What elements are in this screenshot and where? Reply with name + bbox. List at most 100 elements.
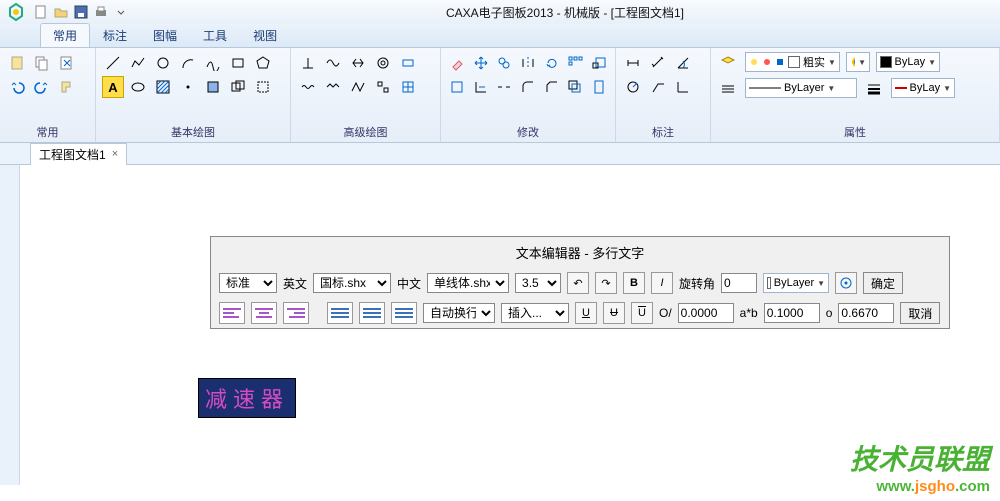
erase-icon[interactable]: [447, 52, 468, 74]
adv7-icon[interactable]: [322, 76, 344, 98]
align-center-icon[interactable]: [251, 302, 277, 324]
wrap-select[interactable]: 自动换行: [423, 303, 495, 323]
layer-state-dropdown[interactable]: 粗实▼: [745, 52, 840, 72]
copy-icon[interactable]: [31, 52, 53, 74]
settings-icon[interactable]: [835, 272, 857, 294]
arc-icon[interactable]: [177, 52, 199, 74]
width-factor-input[interactable]: [764, 303, 820, 323]
save-icon[interactable]: [72, 3, 90, 21]
tab-frame[interactable]: 图幅: [140, 23, 190, 47]
point-icon[interactable]: [177, 76, 199, 98]
linetype-icon[interactable]: [717, 78, 739, 100]
adv2-icon[interactable]: [322, 52, 344, 74]
cancel-button[interactable]: 取消: [900, 302, 940, 324]
tab-view[interactable]: 视图: [240, 23, 290, 47]
redo-btn[interactable]: ↷: [595, 272, 617, 294]
new-icon[interactable]: [32, 3, 50, 21]
drawing-canvas[interactable]: 文本编辑器 - 多行文字 标准 英文 国标.shx 中文 单线体.shx 3.5…: [0, 165, 1000, 485]
en-font-select[interactable]: 国标.shx: [313, 273, 391, 293]
lineweight-dropdown[interactable]: ByLay▼: [891, 78, 955, 98]
line-icon[interactable]: [102, 52, 124, 74]
adv9-icon[interactable]: [372, 76, 394, 98]
polyline-icon[interactable]: [127, 52, 149, 74]
format-painter-icon[interactable]: [56, 76, 78, 98]
stretch-icon[interactable]: [588, 76, 609, 98]
adv8-icon[interactable]: [347, 76, 369, 98]
style-select[interactable]: 标准: [219, 273, 277, 293]
chamfer-icon[interactable]: [541, 76, 562, 98]
overline-btn[interactable]: U: [631, 302, 653, 324]
underline-btn[interactable]: U: [575, 302, 597, 324]
tab-tools[interactable]: 工具: [190, 23, 240, 47]
size-select[interactable]: 3.5: [515, 273, 561, 293]
adv6-icon[interactable]: [297, 76, 319, 98]
bold-btn[interactable]: B: [623, 272, 645, 294]
offset-icon[interactable]: [565, 76, 586, 98]
italic-btn[interactable]: I: [651, 272, 673, 294]
adv3-icon[interactable]: [347, 52, 369, 74]
rotate-icon[interactable]: [541, 52, 562, 74]
sample-text-block[interactable]: 减速器: [198, 378, 296, 418]
tab-annotate[interactable]: 标注: [90, 23, 140, 47]
block-icon[interactable]: [252, 76, 274, 98]
dim-radius-icon[interactable]: [622, 76, 644, 98]
tab-common[interactable]: 常用: [40, 23, 90, 47]
ellipse-icon[interactable]: [127, 76, 149, 98]
mirror-icon[interactable]: [518, 52, 539, 74]
array-icon[interactable]: [565, 52, 586, 74]
undo-btn[interactable]: ↶: [567, 272, 589, 294]
copy2-icon[interactable]: [494, 52, 515, 74]
dim-align-icon[interactable]: [647, 52, 669, 74]
move-icon[interactable]: [471, 52, 492, 74]
dim-coord-icon[interactable]: [672, 76, 694, 98]
extend-icon[interactable]: [471, 76, 492, 98]
rotate-input[interactable]: [721, 273, 757, 293]
trim-icon[interactable]: [447, 76, 468, 98]
undo-icon[interactable]: [6, 76, 28, 98]
linetype-dropdown[interactable]: ByLayer▼: [745, 78, 857, 98]
layer-props-icon[interactable]: [717, 52, 739, 74]
region-icon[interactable]: [227, 76, 249, 98]
hatch-icon[interactable]: [152, 76, 174, 98]
scale-icon[interactable]: [588, 52, 609, 74]
dim-linear-icon[interactable]: [622, 52, 644, 74]
spline-icon[interactable]: [202, 52, 224, 74]
polygon-icon[interactable]: [252, 52, 274, 74]
adv1-icon[interactable]: [297, 52, 319, 74]
color-dropdown[interactable]: ▼: [846, 52, 870, 72]
adv5-icon[interactable]: [397, 52, 419, 74]
fill-icon[interactable]: [202, 76, 224, 98]
width-factor-label: a*b: [740, 306, 758, 320]
fillet-icon[interactable]: [518, 76, 539, 98]
circle-icon[interactable]: [152, 52, 174, 74]
open-icon[interactable]: [52, 3, 70, 21]
valign-bot-icon[interactable]: [391, 302, 417, 324]
oblique-input[interactable]: [678, 303, 734, 323]
cut-icon[interactable]: [56, 52, 78, 74]
valign-mid-icon[interactable]: [359, 302, 385, 324]
midline-btn[interactable]: U: [603, 302, 625, 324]
adv10-icon[interactable]: [397, 76, 419, 98]
cn-font-select[interactable]: 单线体.shx: [427, 273, 509, 293]
rect-icon[interactable]: [227, 52, 249, 74]
text-icon[interactable]: A: [102, 76, 124, 98]
close-tab-icon[interactable]: ×: [112, 148, 118, 160]
ok-button[interactable]: 确定: [863, 272, 903, 294]
dim-leader-icon[interactable]: [647, 76, 669, 98]
valign-top-icon[interactable]: [327, 302, 353, 324]
spacing-input[interactable]: [838, 303, 894, 323]
document-tab[interactable]: 工程图文档1 ×: [30, 143, 127, 165]
adv4-icon[interactable]: [372, 52, 394, 74]
print-icon[interactable]: [92, 3, 110, 21]
align-right-icon[interactable]: [283, 302, 309, 324]
color-bylayer-dropdown[interactable]: ByLay▼: [876, 52, 940, 72]
lineweight-icon[interactable]: [863, 78, 885, 100]
qat-dropdown-icon[interactable]: [112, 3, 130, 21]
redo-icon[interactable]: [31, 76, 53, 98]
break-icon[interactable]: [494, 76, 515, 98]
insert-select[interactable]: 插入...: [501, 303, 569, 323]
dim-angle-icon[interactable]: [672, 52, 694, 74]
text-color-dropdown[interactable]: ByLayer▼: [763, 273, 829, 293]
paste-icon[interactable]: [6, 52, 28, 74]
align-left-icon[interactable]: [219, 302, 245, 324]
